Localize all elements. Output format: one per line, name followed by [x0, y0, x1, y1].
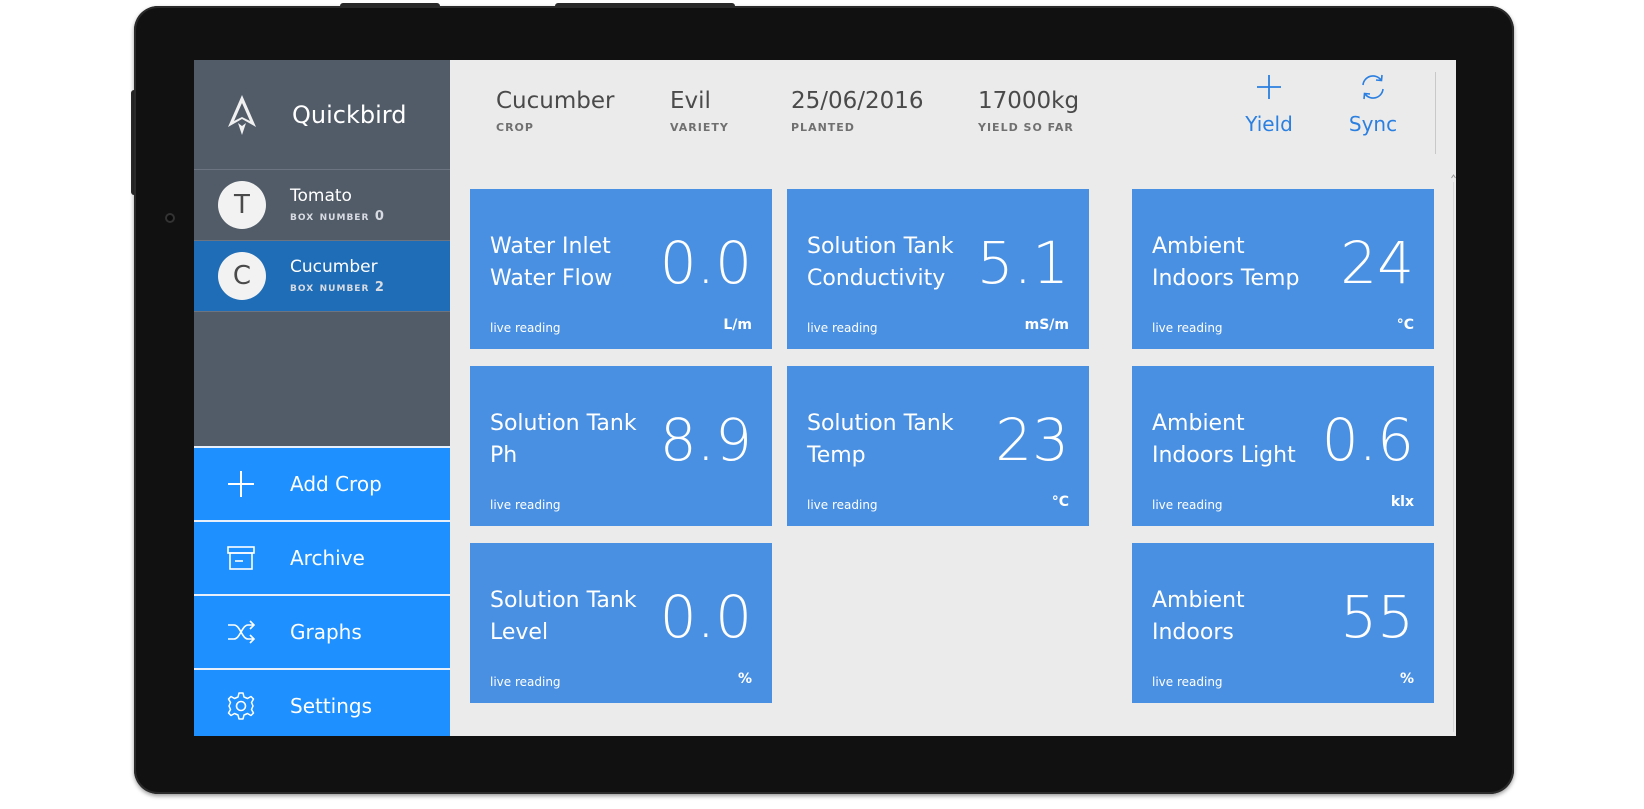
tile-ambient-humidity[interactable]: Ambient Indoors 55 live reading % — [1132, 543, 1434, 703]
header-label: CROP — [496, 121, 534, 134]
tile-value: 0.0 — [659, 229, 752, 297]
tile-subtitle: live reading — [1152, 675, 1223, 689]
tile-subtitle: live reading — [807, 498, 878, 512]
tile-solution-temp[interactable]: Solution Tank Temp 23 live reading °C — [787, 366, 1089, 526]
tile-subtitle: live reading — [490, 498, 561, 512]
tile-solution-level[interactable]: Solution Tank Level 0.0 live reading % — [470, 543, 772, 703]
tile-title: Ambient Indoors — [1152, 588, 1245, 645]
avatar: C — [218, 252, 266, 300]
sync-button[interactable]: Sync — [1338, 72, 1408, 136]
app-screen: Quickbird T Tomato box number 0 C Cucumb… — [194, 60, 1456, 736]
sync-icon — [1362, 74, 1384, 100]
avatar: T — [218, 181, 266, 229]
header-variety: Evil VARIETY — [670, 88, 729, 134]
tile-subtitle: live reading — [1152, 498, 1223, 512]
plus-icon — [228, 471, 254, 497]
tile-title: Solution Tank Level — [490, 588, 637, 645]
nav-label: Graphs — [290, 620, 362, 644]
tile-value: 24 — [1340, 229, 1414, 297]
tile-unit: mS/m — [1024, 317, 1069, 333]
tile-value: 0.6 — [1321, 406, 1414, 474]
header-value: Cucumber — [496, 88, 615, 114]
header-label: YIELD SO FAR — [978, 121, 1074, 134]
header-crop: Cucumber CROP — [496, 88, 614, 134]
crop-header: Cucumber CROP Evil VARIETY 25/06/2016 PL… — [450, 60, 1456, 169]
tile-title: Solution Tank Ph — [490, 411, 637, 468]
scrollbar[interactable] — [1451, 172, 1456, 736]
tile-solution-ph[interactable]: Solution Tank Ph 8.9 live reading — [470, 366, 772, 526]
tile-solution-conductivity[interactable]: Solution Tank Conductivity 5.1 live read… — [787, 189, 1089, 349]
tile-value: 8.9 — [659, 406, 752, 474]
archive-button[interactable]: Archive — [194, 520, 450, 594]
tile-subtitle: live reading — [490, 321, 561, 335]
archive-icon — [227, 546, 255, 570]
header-value: Evil — [670, 88, 711, 114]
brand: Quickbird — [194, 60, 450, 170]
tile-value: 23 — [995, 406, 1069, 474]
crop-item-tomato[interactable]: T Tomato box number 0 — [194, 170, 450, 241]
tile-value: 55 — [1340, 583, 1414, 651]
nav-label: Add Crop — [290, 472, 382, 496]
tile-title: Ambient Indoors Light — [1152, 411, 1296, 468]
tile-subtitle: live reading — [1152, 321, 1223, 335]
sidebar: Quickbird T Tomato box number 0 C Cucumb… — [194, 60, 450, 736]
yield-label: Yield — [1245, 112, 1293, 136]
sync-label: Sync — [1348, 112, 1398, 136]
tile-unit: °C — [1396, 317, 1414, 333]
settings-button[interactable]: Settings — [194, 668, 450, 736]
header-divider — [1435, 72, 1436, 154]
header-label: VARIETY — [670, 121, 729, 134]
tile-ambient-light[interactable]: Ambient Indoors Light 0.6 live reading k… — [1132, 366, 1434, 526]
tile-subtitle: live reading — [807, 321, 878, 335]
tile-subtitle: live reading — [490, 675, 561, 689]
crop-name: Tomato — [290, 186, 352, 206]
crop-box-number: box number 0 — [290, 209, 385, 224]
tile-unit: L/m — [723, 317, 752, 333]
crop-name: Cucumber — [290, 257, 378, 277]
app-name: Quickbird — [292, 100, 407, 129]
tile-unit: klx — [1390, 494, 1414, 510]
shuffle-icon — [228, 620, 256, 644]
tile-water-inlet-flow[interactable]: Water Inlet Water Flow 0.0 live reading … — [470, 189, 772, 349]
header-value: 17000kg — [978, 88, 1080, 114]
add-crop-button[interactable]: Add Crop — [194, 446, 450, 520]
add-yield-button[interactable]: Yield — [1234, 72, 1304, 136]
sidebar-nav: Add Crop Archive Graphs Settings — [194, 446, 450, 736]
tile-title: Water Inlet Water Flow — [490, 234, 613, 291]
quickbird-logo-icon — [228, 94, 256, 135]
header-planted: 25/06/2016 PLANTED — [791, 88, 924, 134]
tile-value: 5.1 — [976, 229, 1069, 297]
tile-unit: °C — [1051, 494, 1069, 510]
crop-box-number: box number 2 — [290, 280, 385, 295]
camera — [165, 213, 175, 223]
crop-item-cucumber[interactable]: C Cucumber box number 2 — [194, 241, 450, 312]
tile-ambient-temp[interactable]: Ambient Indoors Temp 24 live reading °C — [1132, 189, 1434, 349]
tile-unit: % — [1399, 671, 1414, 687]
header-label: PLANTED — [791, 121, 855, 134]
tile-unit: % — [737, 671, 752, 687]
header-yield-so-far: 17000kg YIELD SO FAR — [978, 88, 1079, 134]
gear-icon — [227, 692, 255, 720]
header-value: 25/06/2016 — [791, 88, 924, 114]
tile-title: Ambient Indoors Temp — [1152, 234, 1300, 291]
plus-icon — [1257, 75, 1281, 99]
nav-label: Settings — [290, 694, 373, 718]
tile-title: Solution Tank Temp — [807, 411, 954, 468]
tile-value: 0.0 — [659, 583, 752, 651]
nav-label: Archive — [290, 546, 365, 570]
graphs-button[interactable]: Graphs — [194, 594, 450, 668]
tile-title: Solution Tank Conductivity — [807, 234, 954, 291]
